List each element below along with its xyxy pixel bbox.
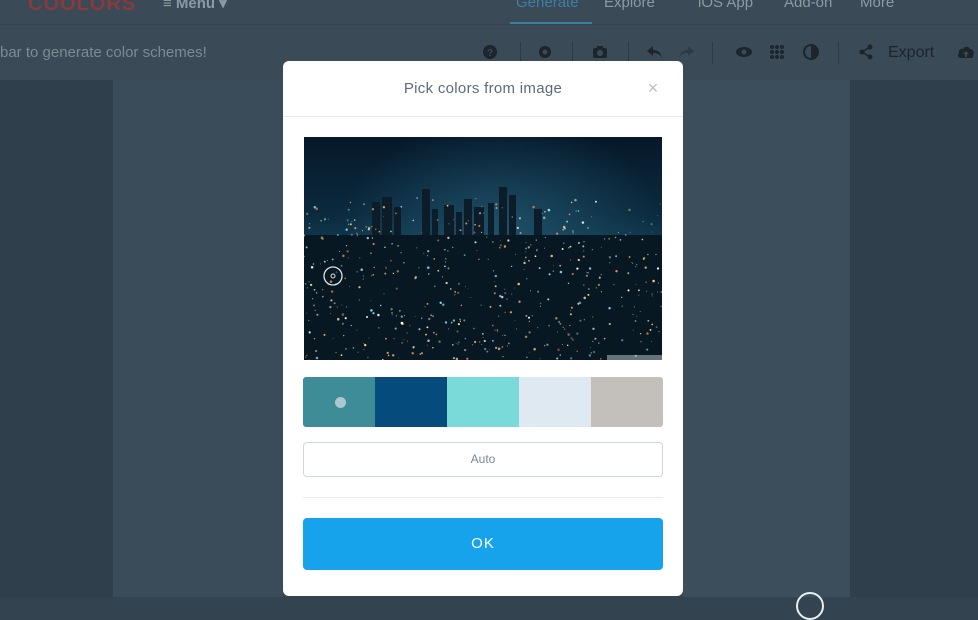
app-logo[interactable]: COOLORS <box>28 0 136 16</box>
undo-icon[interactable] <box>645 42 665 62</box>
nav-add-on[interactable]: Add-on <box>784 0 832 11</box>
palette-column[interactable] <box>0 80 113 597</box>
palette-swatch[interactable] <box>447 377 519 427</box>
share-icon[interactable] <box>856 42 876 62</box>
source-image[interactable] <box>304 137 662 360</box>
palette-column[interactable] <box>850 80 978 597</box>
selected-swatch-marker <box>335 397 346 408</box>
nav-generate[interactable]: Generate <box>516 0 579 11</box>
app-header: COOLORS ≡ Menu ▾ Generate Explore iOS Ap… <box>0 0 978 24</box>
palette-swatch[interactable] <box>303 377 375 427</box>
nav-explore[interactable]: Explore <box>604 0 655 11</box>
toolbar-separator <box>838 42 839 64</box>
menu-button[interactable]: ≡ Menu ▾ <box>163 0 227 12</box>
svg-text:?: ? <box>487 48 493 59</box>
grid-icon[interactable] <box>767 42 787 62</box>
cloud-upload-icon[interactable] <box>956 42 976 62</box>
divider <box>303 497 663 498</box>
nav-more[interactable]: More <box>860 0 894 11</box>
modal-title: Pick colors from image <box>283 61 683 117</box>
column-handle[interactable] <box>796 592 824 620</box>
palette-column[interactable] <box>683 80 850 597</box>
eye-icon[interactable] <box>734 42 754 62</box>
palette-swatch[interactable] <box>591 377 663 427</box>
auto-button[interactable]: Auto <box>303 442 663 477</box>
contrast-icon[interactable] <box>801 42 821 62</box>
close-icon[interactable]: × <box>643 78 663 98</box>
toolbar-hint: bar to generate color schemes! <box>0 44 207 61</box>
ok-button[interactable]: OK <box>303 518 663 570</box>
camera-icon[interactable] <box>590 42 610 62</box>
nav-ios-app[interactable]: iOS App <box>698 0 753 11</box>
pick-colors-modal: Pick colors from image × Auto OK <box>283 61 683 596</box>
help-icon[interactable]: ? <box>480 42 500 62</box>
palette-column[interactable] <box>113 80 283 597</box>
toolbar-separator <box>712 42 713 64</box>
redo-icon[interactable] <box>676 42 696 62</box>
palette-swatch[interactable] <box>375 377 447 427</box>
settings-icon[interactable] <box>535 42 555 62</box>
palette-swatch[interactable] <box>519 377 591 427</box>
export-button[interactable]: Export <box>888 44 934 62</box>
extracted-palette <box>303 377 663 427</box>
